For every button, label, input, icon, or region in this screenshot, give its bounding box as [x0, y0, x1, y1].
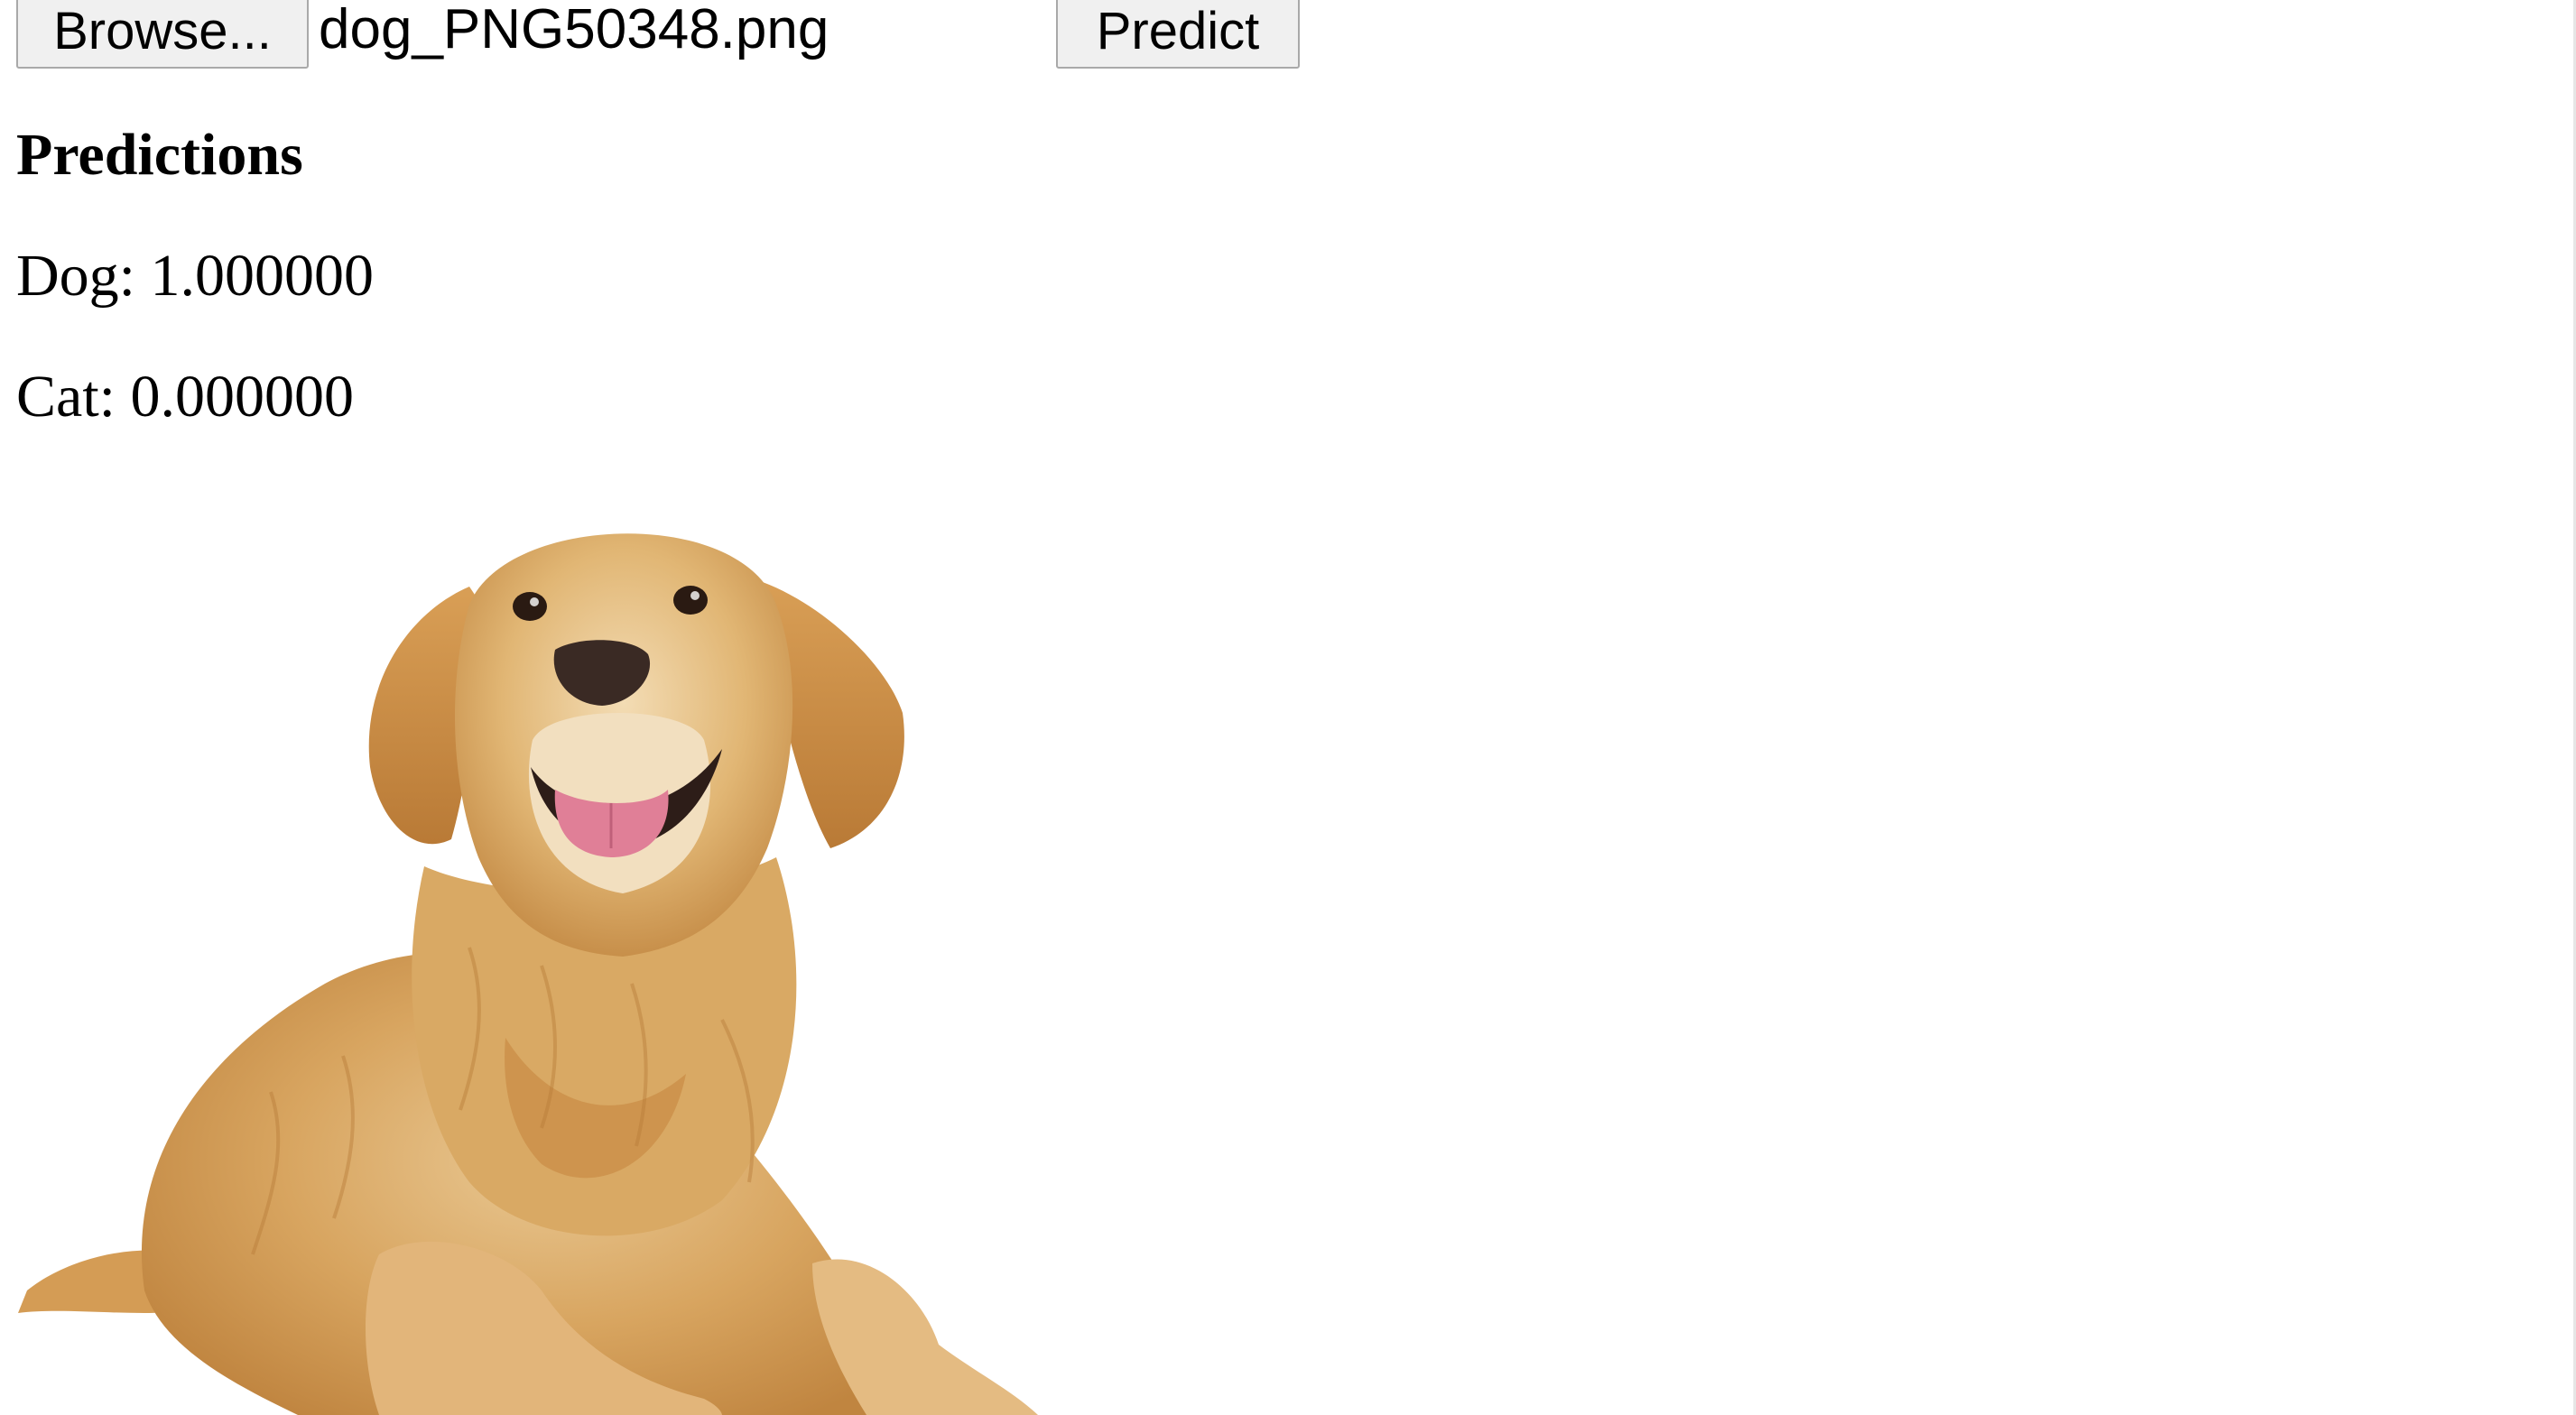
predict-button[interactable]: Predict: [1056, 0, 1300, 69]
prediction-cat: Cat: 0.000000: [16, 364, 354, 430]
browse-button[interactable]: Browse...: [16, 0, 309, 69]
prediction-dog: Dog: 1.000000: [16, 243, 374, 309]
prediction-page: Browse... dog_PNG50348.png Predict Predi…: [0, 0, 2576, 1415]
uploaded-dog-image: [18, 533, 1038, 1415]
predictions-heading: Predictions: [16, 122, 303, 188]
selected-file-name: dog_PNG50348.png: [319, 0, 829, 60]
